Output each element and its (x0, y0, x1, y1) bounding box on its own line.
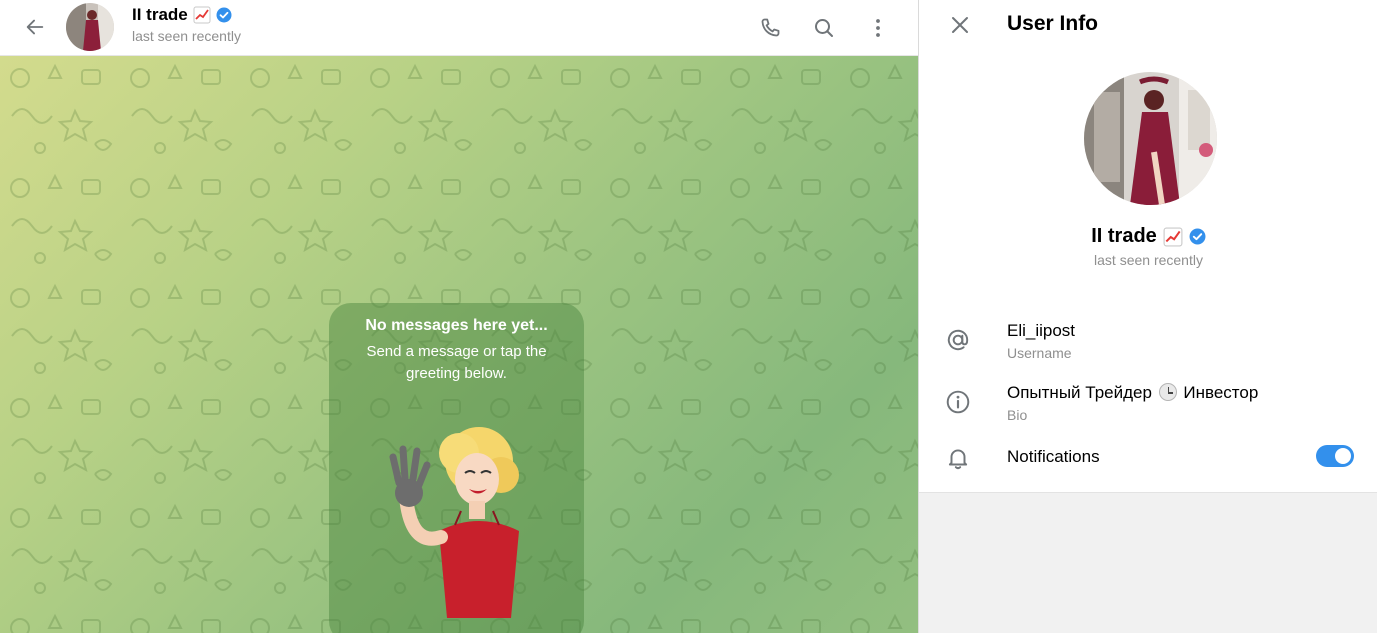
empty-subtitle: Send a message or tap the greeting below… (366, 343, 547, 382)
profile-photo-icon (1084, 72, 1217, 205)
chat-column: II trade last seen recently No messages … (0, 0, 918, 633)
header-actions (752, 10, 896, 46)
username-value: Eli_iipost (1007, 321, 1076, 340)
phone-icon (761, 18, 780, 37)
chat-header: II trade last seen recently (0, 0, 918, 56)
bio-label: Bio (1007, 407, 1028, 423)
chat-background: No messages here yet... Send a message o… (0, 56, 918, 633)
avatar-photo-icon (66, 3, 114, 51)
more-button[interactable] (860, 10, 896, 46)
more-vertical-icon (876, 19, 880, 37)
profile-status: last seen recently (1094, 252, 1203, 268)
close-icon (952, 17, 968, 33)
clock-emoji-icon (1158, 383, 1177, 401)
verified-badge-icon (216, 7, 232, 23)
back-button[interactable] (18, 10, 52, 44)
profile-name-text: II trade (1091, 225, 1157, 247)
close-button[interactable] (943, 8, 977, 42)
at-sign-icon (943, 325, 973, 355)
notifications-label: Notifications (1007, 447, 1100, 466)
chart-emoji-icon (193, 6, 211, 24)
verified-badge-icon (1189, 228, 1206, 245)
empty-title: No messages here yet... (365, 317, 548, 334)
username-row[interactable]: Eli_iipost Username (919, 315, 1377, 371)
search-icon (815, 19, 833, 37)
bio-row[interactable]: Опытный Трейдер Инвестор Bio (919, 377, 1377, 433)
bell-icon (943, 443, 973, 473)
user-info-card: User Info II trade last seen recently El… (919, 0, 1377, 493)
greeting-sticker-icon[interactable] (369, 413, 549, 618)
bio-text-start: Опытный Трейдер (1007, 383, 1152, 402)
chat-status: last seen recently (132, 28, 241, 44)
chart-emoji-icon (1163, 227, 1183, 246)
notifications-toggle[interactable] (1316, 445, 1354, 467)
profile-avatar[interactable] (1084, 72, 1217, 205)
call-button[interactable] (752, 10, 788, 46)
chat-title-text: II trade (132, 5, 188, 24)
bio-value: Опытный Трейдер Инвестор (1007, 383, 1258, 403)
panel-title: User Info (1007, 12, 1099, 35)
avatar[interactable] (66, 3, 114, 51)
user-info-panel: User Info II trade last seen recently El… (918, 0, 1377, 633)
username-label: Username (1007, 345, 1072, 361)
profile-name: II trade (919, 225, 1377, 248)
notifications-row[interactable]: Notifications (919, 443, 1377, 491)
search-button[interactable] (806, 10, 842, 46)
empty-chat-card: No messages here yet... Send a message o… (329, 303, 584, 633)
back-arrow-icon (26, 19, 44, 35)
chat-title[interactable]: II trade (132, 5, 232, 25)
bio-text-end: Инвестор (1183, 383, 1259, 402)
toggle-knob (1333, 446, 1353, 466)
info-icon (943, 387, 973, 417)
